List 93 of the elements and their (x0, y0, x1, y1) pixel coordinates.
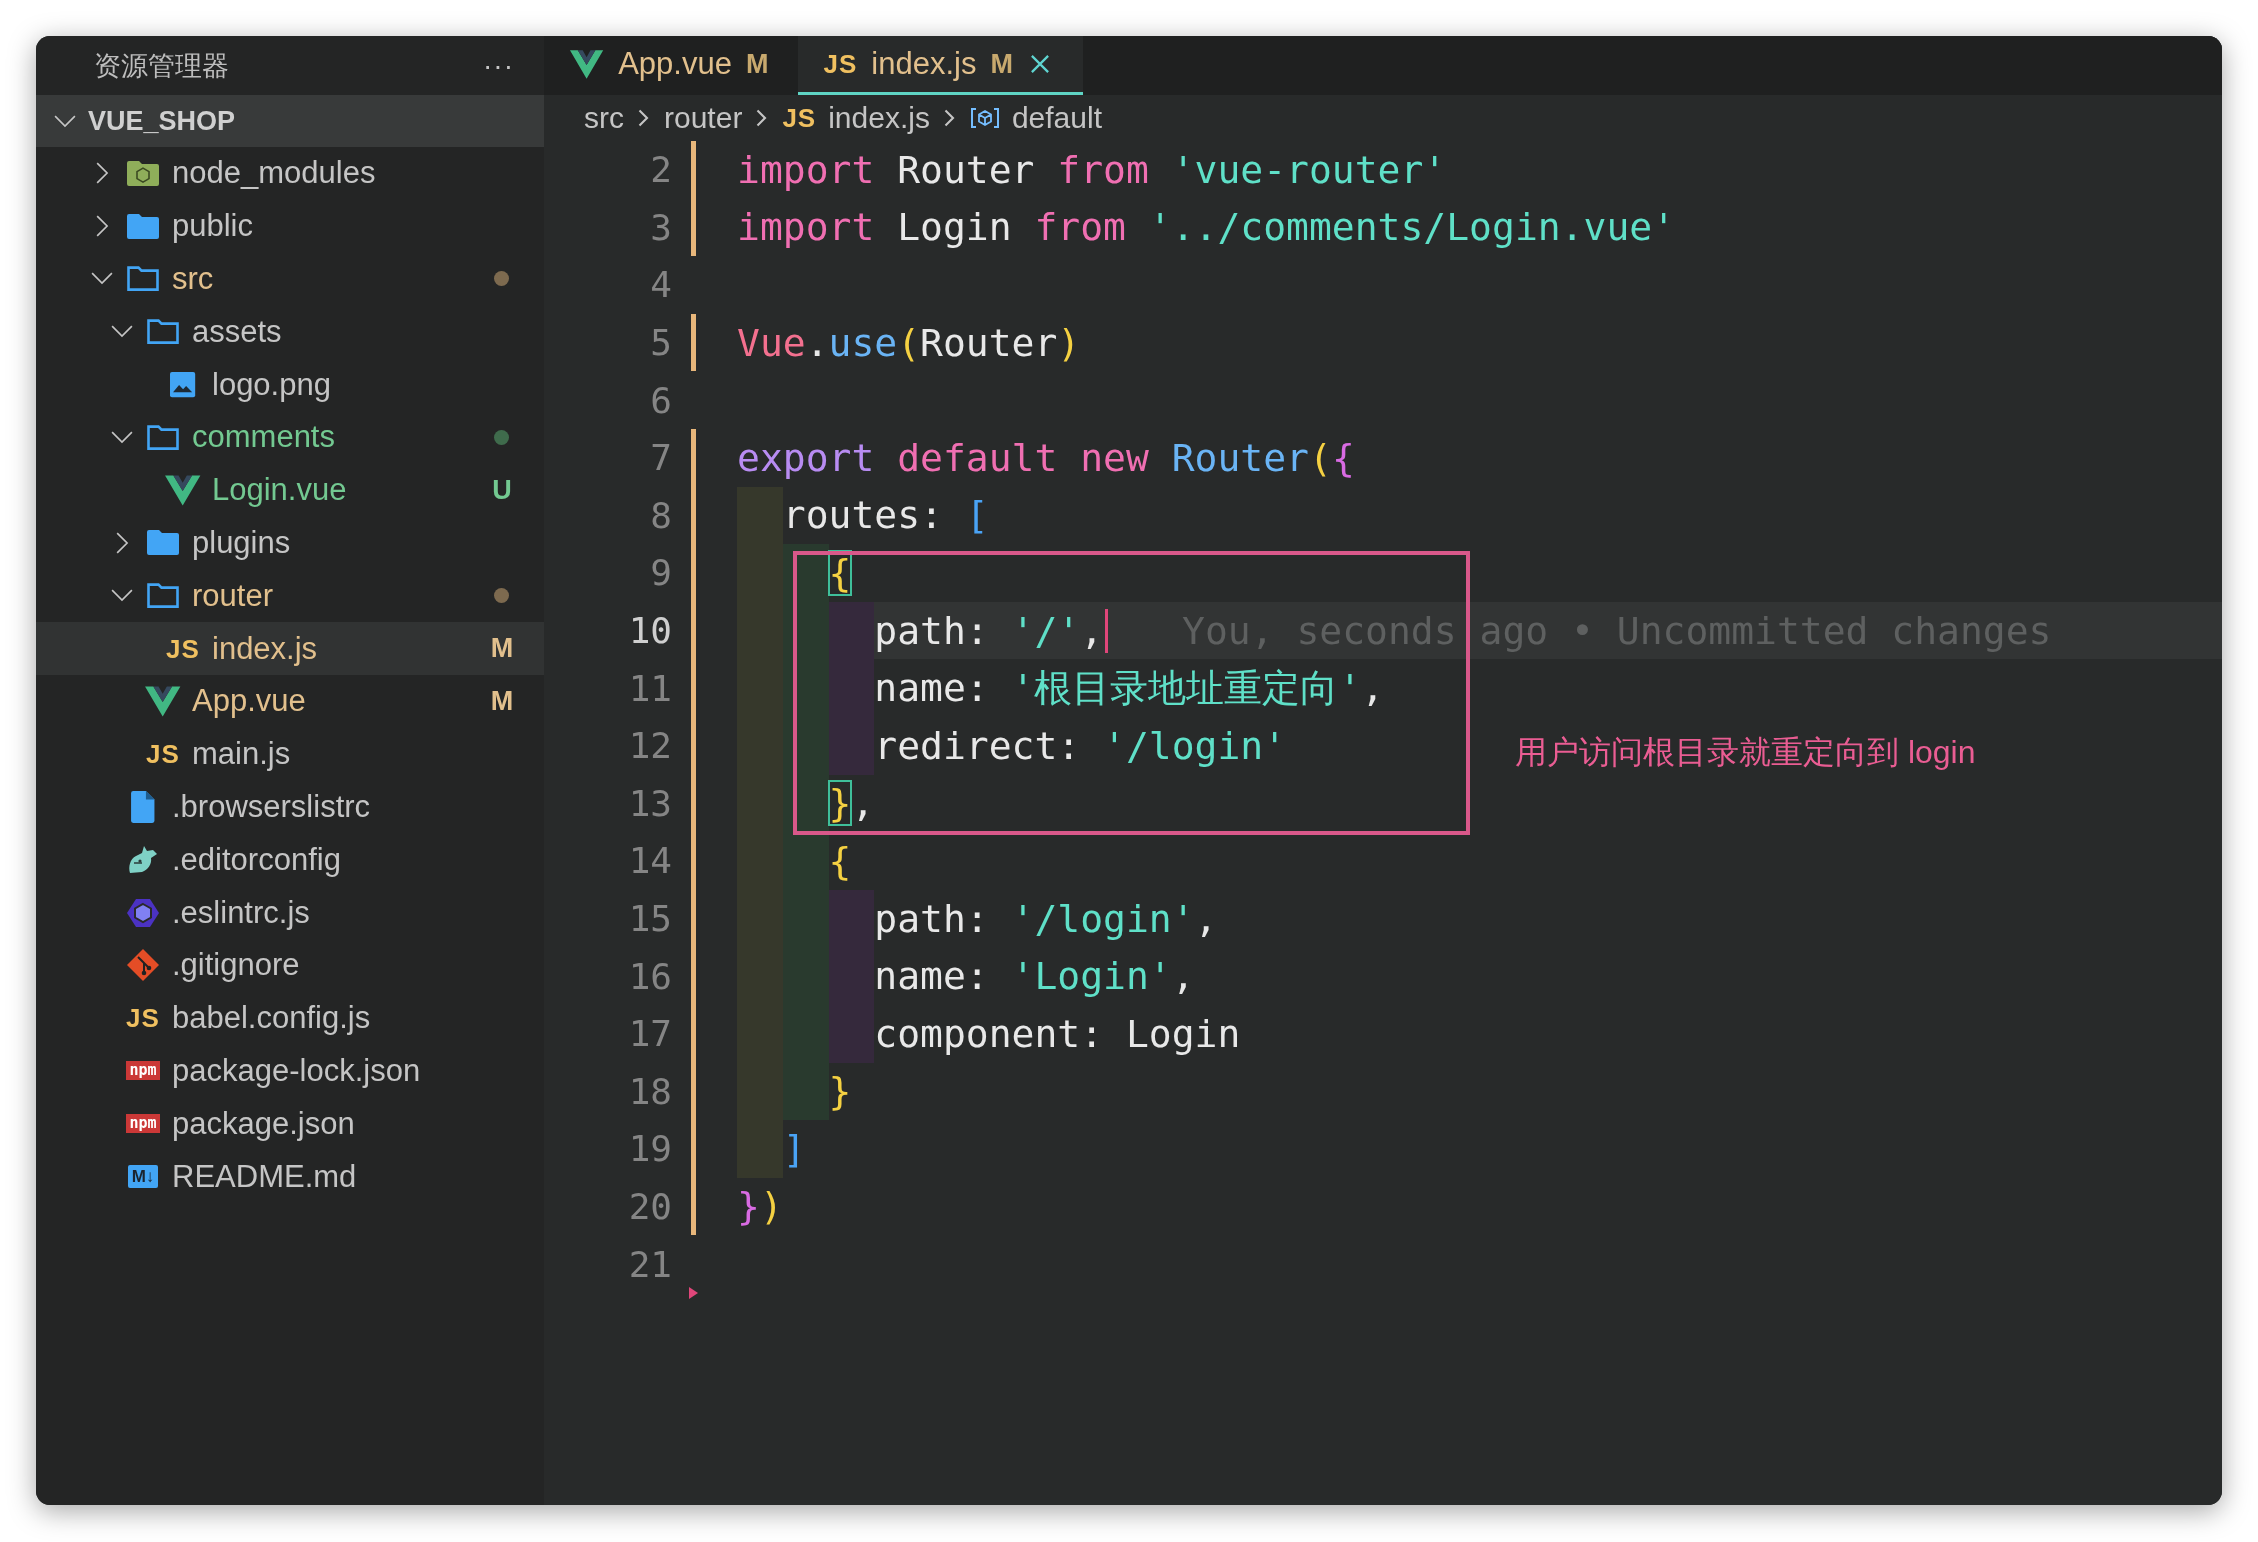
image-icon (169, 371, 197, 399)
status-dot (494, 271, 509, 287)
editor-tab[interactable]: App.vue M (544, 36, 799, 95)
code-line: { (737, 544, 852, 602)
line-number: 2 (649, 149, 672, 191)
tree-item[interactable]: assets (36, 305, 544, 359)
code-line: }) (737, 1183, 783, 1231)
tree-item[interactable]: .browserslistrc (36, 780, 544, 834)
code-line: redirect: '/login' (737, 716, 1287, 775)
line-number: 5 (649, 322, 672, 364)
tree-item[interactable]: plugins (36, 516, 544, 570)
line-number: 20 (627, 1186, 672, 1227)
vue-icon (144, 684, 182, 719)
breadcrumb-item[interactable]: default (969, 101, 1102, 135)
code-line: component: Login (737, 1004, 1241, 1063)
git-status-letter: M (990, 48, 1013, 80)
js-file-icon: JS (823, 51, 858, 77)
breadcrumb-item[interactable]: JS index.js (782, 101, 930, 135)
tree-item[interactable]: public (36, 199, 544, 253)
js-file-icon: JS (166, 635, 200, 662)
code-line: name: 'Login', (737, 947, 1195, 1005)
line-number: 9 (649, 552, 672, 594)
line-number: 21 (627, 1243, 672, 1285)
symbol-icon (969, 106, 1000, 130)
code-line: routes: [ (737, 486, 989, 545)
line-number: 7 (649, 437, 672, 479)
js-file-icon: JS (146, 741, 180, 768)
tree-item[interactable]: .eslintrc.js (36, 886, 544, 939)
annotation-note: 用户访问根目录就重定向到 login (1515, 733, 1976, 772)
tree-item[interactable]: .gitignore (36, 938, 544, 992)
code-line: export default new Router({ (737, 434, 1355, 482)
breadcrumb-item[interactable]: src (584, 101, 624, 135)
code-line: name: '根目录地址重定向', (737, 659, 1385, 717)
status-dot (494, 588, 509, 604)
line-number: 4 (649, 264, 672, 306)
tree-item[interactable]: router (36, 569, 544, 623)
line-number: 6 (649, 379, 672, 421)
more-actions-button[interactable]: ··· (483, 49, 514, 82)
git-status-letter: M (745, 48, 769, 80)
tree-item[interactable]: JS index.js M (36, 622, 544, 675)
line-number: 14 (627, 840, 672, 882)
vue-icon (569, 48, 605, 80)
tree-item[interactable]: .editorconfig (36, 833, 544, 887)
code-line: path: '/', (737, 601, 1109, 660)
panel-title: 资源管理器 (94, 49, 229, 83)
folder-icon (146, 582, 180, 610)
tree-item[interactable]: JS babel.config.js (36, 991, 544, 1045)
line-number: 11 (627, 667, 672, 709)
git-status-letter: M (490, 685, 514, 717)
folder-icon (126, 212, 160, 240)
line-number: 18 (627, 1070, 672, 1112)
tree-item[interactable]: App.vue M (36, 674, 544, 728)
line-number: 19 (627, 1128, 672, 1170)
tree-item[interactable]: Login.vue U (36, 463, 544, 517)
code-line: Vue.use(Router) (737, 319, 1081, 367)
tree-item[interactable]: npm package-lock.json (36, 1044, 544, 1098)
tree-item[interactable]: JS main.js (36, 727, 544, 781)
line-number: 17 (627, 1013, 672, 1055)
folder-icon (146, 423, 180, 451)
npm-icon: npm (126, 1061, 160, 1081)
code-line: import Router from 'vue-router' (737, 146, 1447, 194)
js-file-icon: JS (126, 1005, 160, 1032)
node-folder-icon (126, 159, 160, 187)
code-line: import Login from '../comments/Login.vue' (737, 204, 1676, 252)
tree-item[interactable]: logo.png (36, 358, 544, 411)
file-icon (130, 789, 156, 824)
git-status-letter: U (491, 474, 513, 506)
line-number: 15 (627, 898, 672, 939)
folder-icon (146, 318, 180, 346)
tree-item[interactable]: node_modules (36, 147, 544, 200)
status-dot (494, 429, 509, 445)
line-number: 12 (627, 725, 672, 767)
line-number: 13 (627, 782, 672, 824)
folder-icon (126, 265, 160, 293)
line-number: 3 (649, 206, 672, 248)
git-status-letter: M (490, 633, 514, 665)
line-number: 10 (627, 610, 672, 652)
editor-tab[interactable]: JS index.js M (798, 36, 1083, 95)
project-root-header[interactable]: VUE_SHOP (36, 95, 544, 147)
tree-item[interactable]: npm package.json (36, 1097, 544, 1151)
js-file-icon: JS (782, 105, 817, 131)
vue-icon (164, 473, 202, 508)
git-icon (126, 948, 160, 983)
breadcrumb-item[interactable]: router (664, 101, 743, 135)
folder-icon (146, 529, 180, 557)
line-number: 16 (627, 955, 672, 997)
tree-item[interactable]: M↓ README.md (36, 1150, 544, 1203)
code-line: path: '/login', (737, 889, 1218, 948)
line-number: 8 (649, 494, 672, 536)
tree-item[interactable]: src (36, 252, 544, 306)
npm-icon: npm (126, 1114, 160, 1134)
markdown-icon: M↓ (127, 1165, 159, 1189)
tree-item[interactable]: comments (36, 411, 544, 464)
